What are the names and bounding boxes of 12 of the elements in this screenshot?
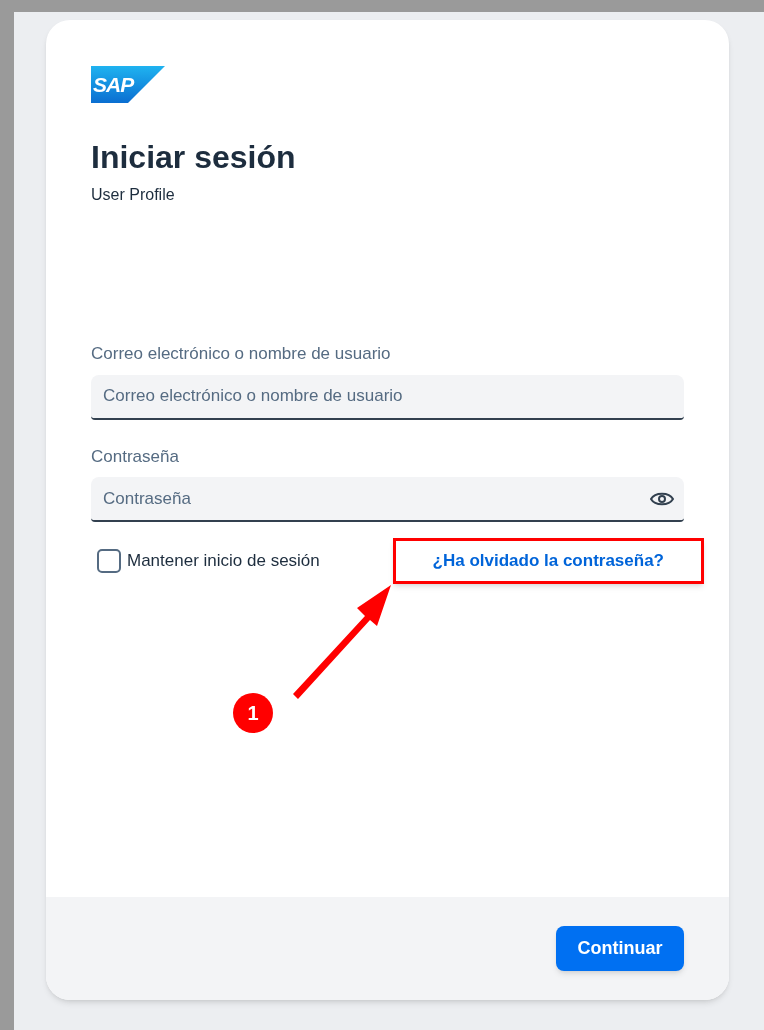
checkbox[interactable] (97, 548, 121, 573)
eye-icon[interactable] (650, 491, 674, 507)
sap-logo: SAP (91, 66, 165, 103)
subtitle: User Profile (91, 185, 176, 205)
continue-button[interactable]: Continuar (556, 926, 684, 971)
remember-label: Mantener inicio de sesión (127, 550, 320, 572)
input-field[interactable]: Correo electrónico o nombre de usuario (91, 374, 684, 420)
field-label: Contraseña (91, 445, 180, 468)
forgot-password-link[interactable]: ¿Ha olvidado la contraseña? (432, 551, 664, 570)
password-field[interactable]: Contraseña (91, 477, 684, 522)
field-label: Correo electrónico o nombre de usuario (91, 343, 392, 365)
page-title: Iniciar sesión (91, 138, 297, 177)
